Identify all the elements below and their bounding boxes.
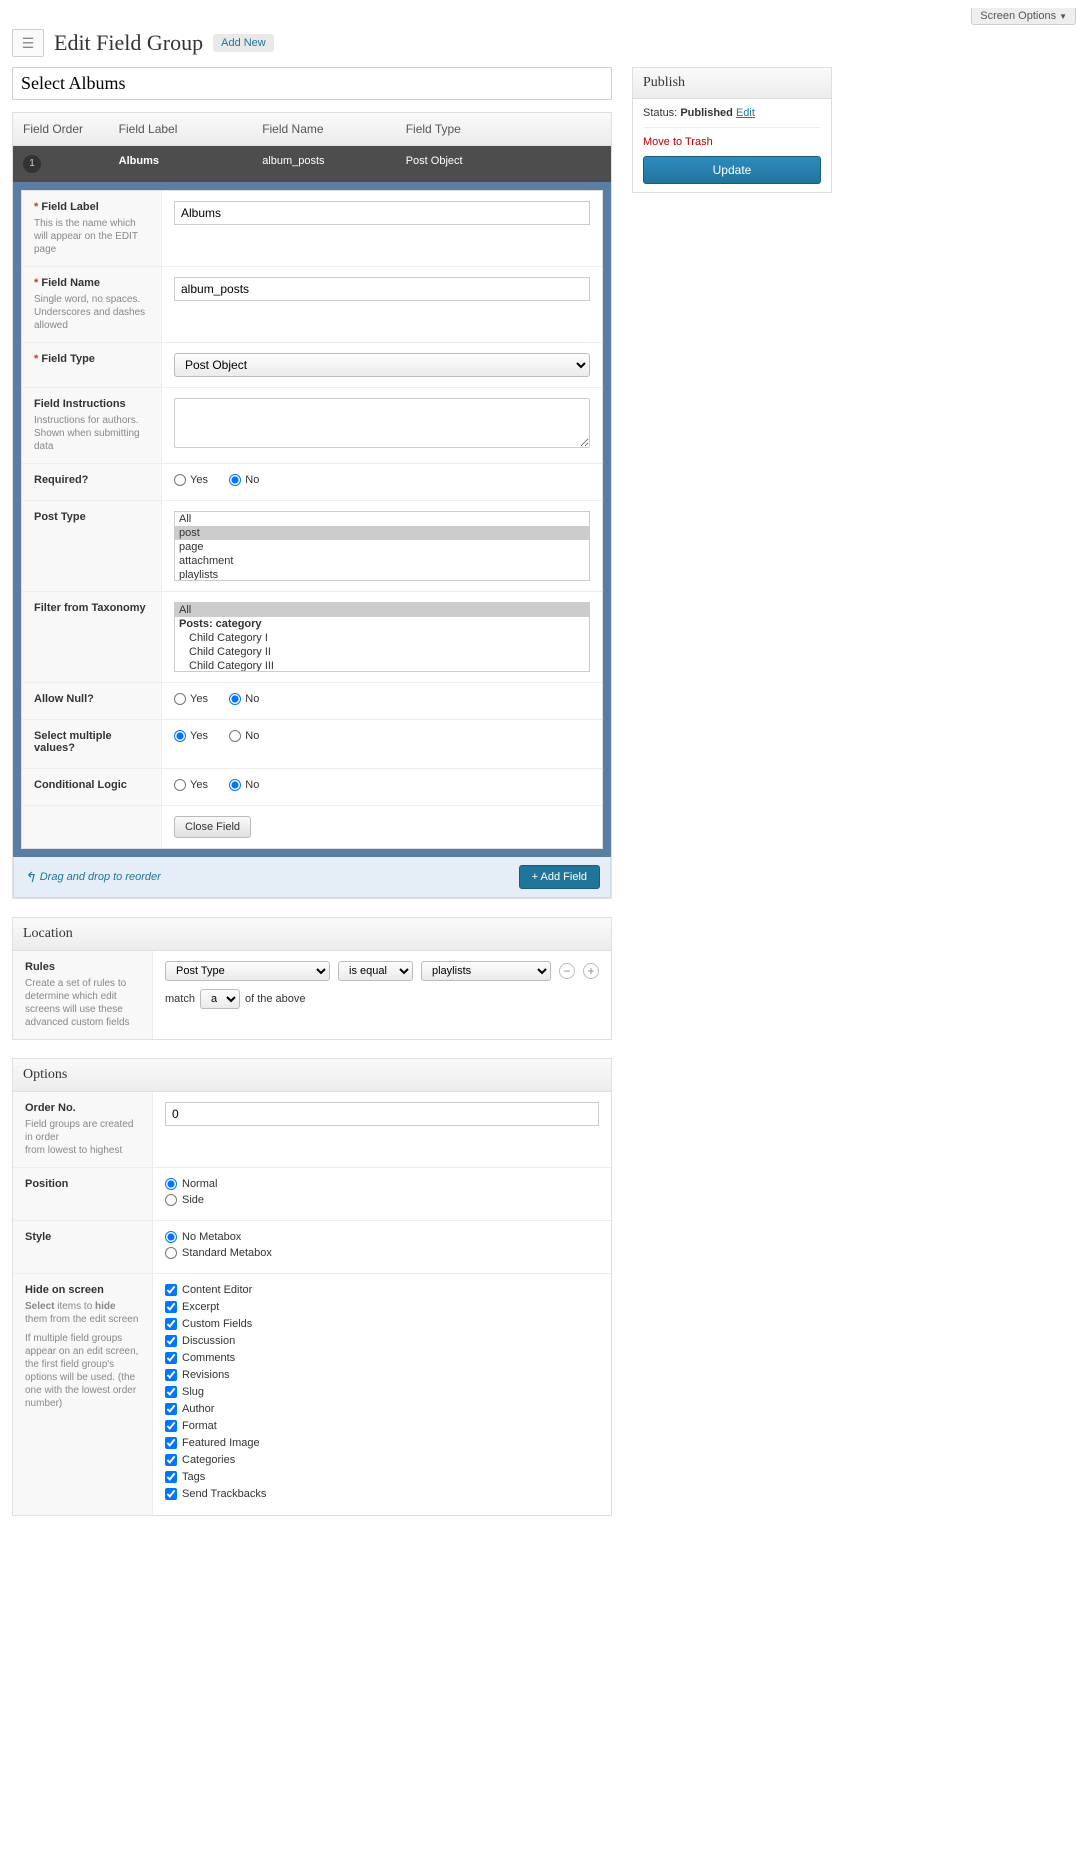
hide-item[interactable]: Revisions [165, 1369, 599, 1381]
status-edit-link[interactable]: Edit [736, 107, 755, 119]
hide-item[interactable]: Categories [165, 1454, 599, 1466]
hide-item[interactable]: Author [165, 1403, 599, 1415]
remove-rule-button[interactable]: − [559, 963, 575, 979]
hide-list: Content Editor Excerpt Custom Fields Discus… [153, 1274, 611, 1515]
col-label: Field Label [109, 113, 253, 145]
allow-null-yes[interactable]: Yes [174, 693, 208, 705]
order-no-input[interactable] [165, 1102, 599, 1126]
add-field-button[interactable]: + Add Field [519, 865, 600, 889]
style-standard-metabox[interactable]: Standard Metabox [165, 1247, 599, 1259]
rule-param-select[interactable]: Post Type [165, 961, 330, 981]
add-new-button[interactable]: Add New [213, 34, 274, 52]
field-row[interactable]: 1 Albums album_posts Post Object [13, 146, 611, 182]
field-type-select[interactable]: Post Object [174, 353, 590, 377]
position-normal[interactable]: Normal [165, 1178, 599, 1190]
add-rule-button[interactable]: + [583, 963, 599, 979]
post-type-listbox[interactable]: All post page attachment playlists [174, 511, 590, 581]
reorder-hint: ↰Drag and drop to reorder [24, 869, 161, 886]
hide-item[interactable]: Discussion [165, 1335, 599, 1347]
publish-heading: Publish [633, 68, 831, 99]
screen-options-tab[interactable]: Screen Options▼ [971, 8, 1076, 25]
col-type: Field Type [396, 113, 611, 145]
hide-item[interactable]: Tags [165, 1471, 599, 1483]
hide-item[interactable]: Send Trackbacks [165, 1488, 599, 1500]
multiple-yes[interactable]: Yes [174, 730, 208, 742]
hide-item[interactable]: Featured Image [165, 1437, 599, 1449]
fields-table: Field Order Field Label Field Name Field… [12, 112, 612, 899]
options-heading: Options [13, 1059, 611, 1092]
instructions-textarea[interactable] [174, 398, 590, 448]
rule-value-select[interactable]: playlists [421, 961, 551, 981]
hide-item[interactable]: Content Editor [165, 1284, 599, 1296]
hide-item[interactable]: Excerpt [165, 1301, 599, 1313]
col-order: Field Order [13, 113, 109, 145]
field-label-input[interactable] [174, 201, 590, 225]
hide-item[interactable]: Custom Fields [165, 1318, 599, 1330]
col-name: Field Name [252, 113, 396, 145]
allow-null-no[interactable]: No [229, 693, 259, 705]
required-yes[interactable]: Yes [174, 474, 208, 486]
close-field-button[interactable]: Close Field [174, 816, 251, 838]
page-title: Edit Field Group [54, 30, 203, 56]
field-name-input[interactable] [174, 277, 590, 301]
hide-item[interactable]: Format [165, 1420, 599, 1432]
rule-operator-select[interactable]: is equal to [338, 961, 413, 981]
update-button[interactable]: Update [643, 156, 821, 184]
required-no[interactable]: No [229, 474, 259, 486]
hide-item[interactable]: Comments [165, 1352, 599, 1364]
page-icon: ☰ [12, 29, 44, 57]
match-select[interactable]: all [200, 989, 240, 1009]
style-no-metabox[interactable]: No Metabox [165, 1231, 599, 1243]
conditional-yes[interactable]: Yes [174, 779, 208, 791]
location-heading: Location [13, 918, 611, 951]
publish-panel: Publish Status: Published Edit Move to T… [632, 67, 832, 193]
group-title-input[interactable] [12, 67, 612, 100]
conditional-no[interactable]: No [229, 779, 259, 791]
multiple-no[interactable]: No [229, 730, 259, 742]
position-side[interactable]: Side [165, 1194, 599, 1206]
hide-item[interactable]: Slug [165, 1386, 599, 1398]
move-to-trash[interactable]: Move to Trash [643, 136, 821, 148]
filter-tax-listbox[interactable]: All Posts: category Child Category I Chi… [174, 602, 590, 672]
